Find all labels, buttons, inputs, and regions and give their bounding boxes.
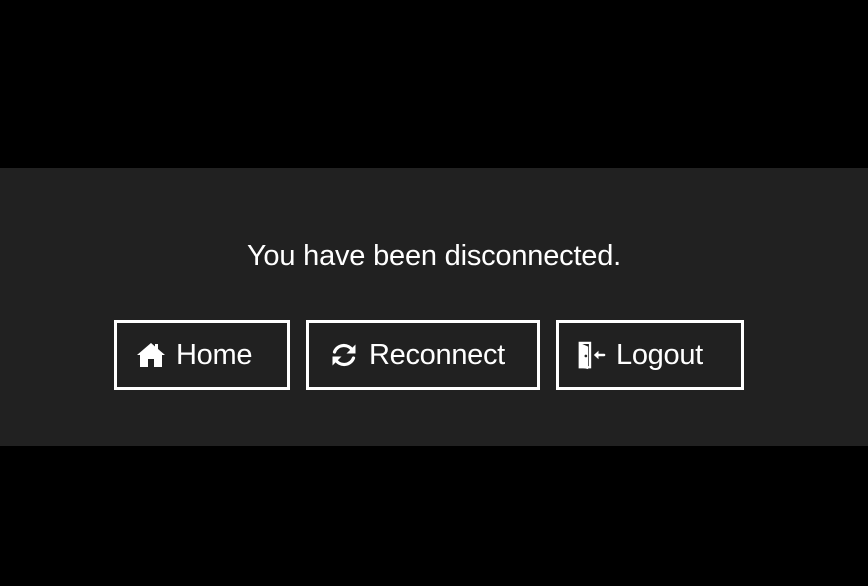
disconnect-panel [0, 168, 868, 446]
home-button[interactable]: Home [114, 320, 290, 390]
disconnect-message: You have been disconnected. [246, 240, 622, 272]
logout-button-label: Logout [616, 339, 703, 371]
logout-button[interactable]: Logout [556, 320, 744, 390]
disconnected-screen: You have been disconnected. Home Reconne… [0, 0, 868, 586]
logout-door-icon [576, 340, 606, 370]
home-icon [136, 340, 166, 370]
home-button-label: Home [176, 339, 253, 371]
refresh-icon [329, 340, 359, 370]
reconnect-button[interactable]: Reconnect [306, 320, 540, 390]
reconnect-button-label: Reconnect [369, 339, 505, 371]
